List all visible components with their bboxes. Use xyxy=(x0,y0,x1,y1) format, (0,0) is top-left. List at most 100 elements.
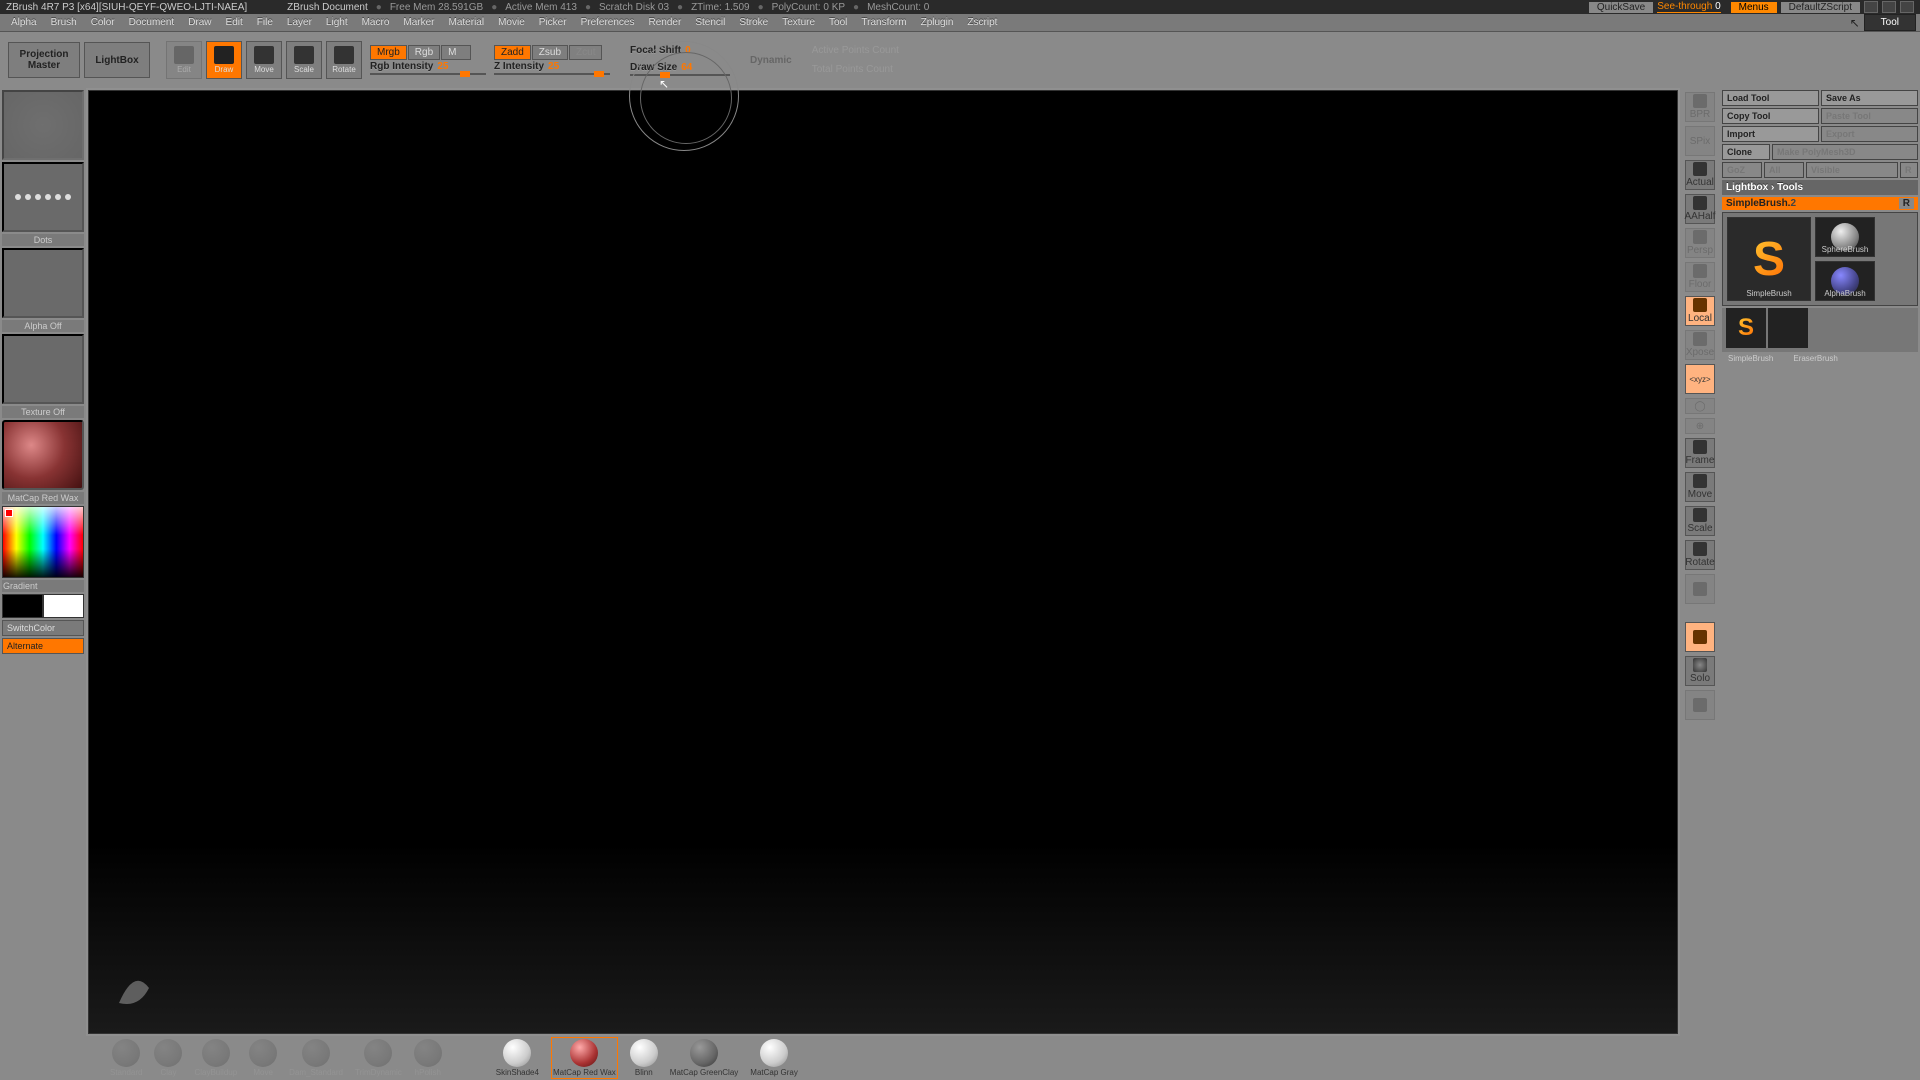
local-button[interactable]: Local xyxy=(1685,296,1715,326)
scale-mode-button[interactable]: Scale xyxy=(286,41,322,79)
shelf-damstandard[interactable]: Dam_Standard xyxy=(289,1039,343,1077)
mini-tool-simplebrush[interactable]: S xyxy=(1726,308,1766,348)
menu-alpha[interactable]: Alpha xyxy=(4,16,44,29)
shelf-matcap-gray[interactable]: MatCap Gray xyxy=(750,1039,798,1077)
menu-edit[interactable]: Edit xyxy=(219,16,250,29)
brush-preview[interactable] xyxy=(2,90,84,160)
mini-tool-eraser[interactable] xyxy=(1768,308,1808,348)
dynamic-toggle[interactable]: Dynamic xyxy=(750,55,792,66)
center-icon[interactable]: ⊕ xyxy=(1685,418,1715,434)
material-preview[interactable] xyxy=(2,420,84,490)
switchcolor-button[interactable]: SwitchColor xyxy=(2,620,84,636)
shelf-claybuildup[interactable]: ClayBuildup xyxy=(194,1039,237,1077)
shelf-move[interactable]: Move xyxy=(249,1039,277,1077)
projection-master-button[interactable]: Projection Master xyxy=(8,42,80,78)
menu-macro[interactable]: Macro xyxy=(355,16,397,29)
menu-marker[interactable]: Marker xyxy=(396,16,441,29)
tool-spherebrush[interactable]: SphereBrush xyxy=(1815,217,1875,257)
default-script-button[interactable]: DefaultZScript xyxy=(1781,2,1860,13)
stroke-preview[interactable] xyxy=(2,162,84,232)
goz-visible-button[interactable]: Visible xyxy=(1806,162,1898,178)
goz-button[interactable]: GoZ xyxy=(1722,162,1762,178)
menu-brush[interactable]: Brush xyxy=(44,16,84,29)
menu-texture[interactable]: Texture xyxy=(775,16,822,29)
shelf-clay[interactable]: Clay xyxy=(154,1039,182,1077)
color-picker[interactable] xyxy=(2,506,84,578)
frame-button[interactable]: Frame xyxy=(1685,438,1715,468)
menu-stroke[interactable]: Stroke xyxy=(732,16,775,29)
shelf-skinshade4[interactable]: SkinShade4 xyxy=(496,1039,539,1077)
menu-stencil[interactable]: Stencil xyxy=(688,16,732,29)
shelf-matcap-greenclay[interactable]: MatCap GreenClay xyxy=(670,1039,738,1077)
menu-picker[interactable]: Picker xyxy=(532,16,574,29)
rgb-button[interactable]: Rgb xyxy=(408,45,440,60)
paste-tool-button[interactable]: Paste Tool xyxy=(1821,108,1918,124)
texture-preview[interactable] xyxy=(2,334,84,404)
z-intensity-slider[interactable]: Z Intensity 25 xyxy=(494,61,610,72)
gradient-swatches[interactable] xyxy=(2,594,84,618)
spix-button[interactable]: SPix xyxy=(1685,126,1715,156)
make-polymesh-button[interactable]: Make PolyMesh3D xyxy=(1772,144,1918,160)
rotate-nav-button[interactable]: Rotate xyxy=(1685,540,1715,570)
import-button[interactable]: Import xyxy=(1722,126,1819,142)
window-close-icon[interactable] xyxy=(1900,1,1914,13)
shelf-standard[interactable]: Standard xyxy=(110,1039,142,1077)
menu-render[interactable]: Render xyxy=(642,16,689,29)
menu-tool[interactable]: Tool xyxy=(822,16,854,29)
menu-light[interactable]: Light xyxy=(319,16,355,29)
gradient-label[interactable]: Gradient xyxy=(2,580,84,592)
zadd-button[interactable]: Zadd xyxy=(494,45,531,60)
seethrough-slider[interactable]: See-through 0 xyxy=(1657,1,1720,13)
rotate-mode-button[interactable]: Rotate xyxy=(326,41,362,79)
aahalf-button[interactable]: AAHalf xyxy=(1685,194,1715,224)
move-nav-button[interactable]: Move xyxy=(1685,472,1715,502)
quicksave-button[interactable]: QuickSave xyxy=(1589,2,1653,13)
goz-all-button[interactable]: All xyxy=(1764,162,1804,178)
scale-nav-button[interactable]: Scale xyxy=(1685,506,1715,536)
save-as-button[interactable]: Save As xyxy=(1821,90,1918,106)
zsub-button[interactable]: Zsub xyxy=(532,45,568,60)
xpose-button[interactable]: Xpose xyxy=(1685,330,1715,360)
move-mode-button[interactable]: Move xyxy=(246,41,282,79)
load-tool-button[interactable]: Load Tool xyxy=(1722,90,1819,106)
copy-tool-button[interactable]: Copy Tool xyxy=(1722,108,1819,124)
menu-document[interactable]: Document xyxy=(122,16,182,29)
shelf-blinn[interactable]: Blinn xyxy=(630,1039,658,1077)
bpr-button[interactable]: BPR xyxy=(1685,92,1715,122)
actual-button[interactable]: Actual xyxy=(1685,160,1715,190)
canvas[interactable]: ↖ xyxy=(88,90,1678,1034)
menu-preferences[interactable]: Preferences xyxy=(574,16,642,29)
grid-button[interactable] xyxy=(1685,574,1715,604)
shelf-hpolish[interactable]: hPolish xyxy=(414,1039,442,1077)
shelf-matcap-red-wax[interactable]: MatCap Red Wax xyxy=(551,1037,618,1079)
xyz-button[interactable]: <xyz> xyxy=(1685,364,1715,394)
transp-button[interactable] xyxy=(1685,690,1715,720)
alpha-preview[interactable] xyxy=(2,248,84,318)
lightbox-tools-header[interactable]: Lightbox › Tools xyxy=(1722,180,1918,195)
menu-layer[interactable]: Layer xyxy=(280,16,319,29)
clone-button[interactable]: Clone xyxy=(1722,144,1770,160)
simplebrush-header[interactable]: SimpleBrush.2 R xyxy=(1722,197,1918,210)
lasso-icon[interactable]: ◯ xyxy=(1685,398,1715,414)
mrgb-button[interactable]: Mrgb xyxy=(370,45,407,60)
tool-panel-tab[interactable]: Tool xyxy=(1864,14,1916,31)
menu-movie[interactable]: Movie xyxy=(491,16,532,29)
lightbox-button[interactable]: LightBox xyxy=(84,42,150,78)
edit-mode-button[interactable]: Edit xyxy=(166,41,202,79)
floor-button[interactable]: Floor xyxy=(1685,262,1715,292)
menu-material[interactable]: Material xyxy=(442,16,492,29)
export-button[interactable]: Export xyxy=(1821,126,1918,142)
goz-r-button[interactable]: R xyxy=(1900,162,1918,178)
solo-button[interactable]: Solo xyxy=(1685,656,1715,686)
m-button[interactable]: M xyxy=(441,45,471,60)
zcut-button[interactable]: Zcut xyxy=(569,45,602,60)
menu-file[interactable]: File xyxy=(250,16,280,29)
draw-mode-button[interactable]: Draw xyxy=(206,41,242,79)
shelf-trimdynamic[interactable]: TrimDynamic xyxy=(355,1039,402,1077)
persp-button[interactable]: Persp xyxy=(1685,228,1715,258)
menus-button[interactable]: Menus xyxy=(1731,2,1777,13)
menu-transform[interactable]: Transform xyxy=(854,16,913,29)
window-min-icon[interactable] xyxy=(1864,1,1878,13)
alternate-button[interactable]: Alternate xyxy=(2,638,84,654)
tool-alphabrush[interactable]: AlphaBrush xyxy=(1815,261,1875,301)
